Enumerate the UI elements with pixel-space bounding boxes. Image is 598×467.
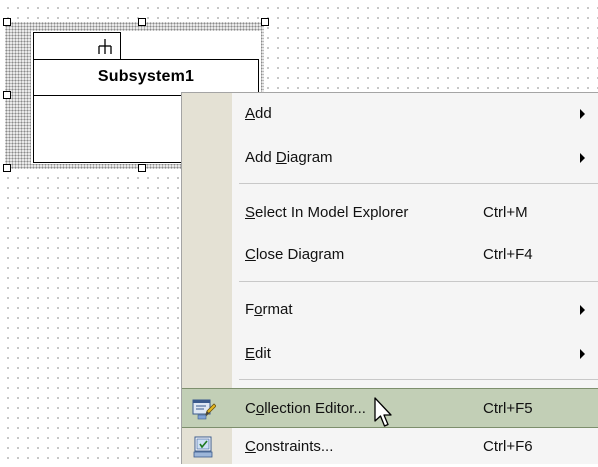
subsystem-fork-icon <box>98 39 112 54</box>
menu-item-label: Edit <box>245 345 271 362</box>
resize-handle-bottom-center[interactable] <box>138 164 146 172</box>
menu-item-shortcut: Ctrl+M <box>483 204 528 221</box>
resize-handle-top-center[interactable] <box>138 18 146 26</box>
menu-item-format[interactable]: Format <box>182 290 598 330</box>
submenu-arrow-icon <box>580 349 585 359</box>
subsystem-name[interactable]: Subsystem1 <box>33 60 259 94</box>
menu-item-add[interactable]: Add <box>182 94 598 134</box>
mouse-pointer-icon <box>374 397 392 427</box>
submenu-arrow-icon <box>580 305 585 315</box>
menu-separator <box>239 183 598 184</box>
menu-item-label: Format <box>245 301 293 318</box>
collection-editor-icon <box>192 399 216 420</box>
menu-item-shortcut: Ctrl+F4 <box>483 246 533 263</box>
menu-separator <box>239 281 598 282</box>
menu-item-constraints[interactable]: Constraints... Ctrl+F6 <box>182 427 598 467</box>
resize-handle-middle-left[interactable] <box>3 91 11 99</box>
menu-item-label: Constraints... <box>245 438 334 455</box>
submenu-arrow-icon <box>580 109 585 119</box>
menu-item-shortcut: Ctrl+F5 <box>483 400 533 417</box>
resize-handle-top-right[interactable] <box>261 18 269 26</box>
menu-item-label: Select In Model Explorer <box>245 204 409 221</box>
menu-item-close-diagram[interactable]: Close Diagram Ctrl+F4 <box>182 235 598 275</box>
menu-item-shortcut: Ctrl+F6 <box>483 438 533 455</box>
menu-item-label: Collection Editor... <box>245 400 366 417</box>
menu-item-label: Close Diagram <box>245 246 345 263</box>
menu-separator <box>239 379 598 380</box>
resize-handle-bottom-left[interactable] <box>3 164 11 172</box>
menu-item-label: Add Diagram <box>245 149 333 166</box>
menu-item-add-diagram[interactable]: Add Diagram <box>182 138 598 178</box>
menu-item-edit[interactable]: Edit <box>182 334 598 374</box>
menu-item-label: Add <box>245 105 272 122</box>
resize-handle-top-left[interactable] <box>3 18 11 26</box>
menu-item-select-in-model-explorer[interactable]: Select In Model Explorer Ctrl+M <box>182 193 598 233</box>
constraints-icon <box>193 436 213 458</box>
submenu-arrow-icon <box>580 153 585 163</box>
